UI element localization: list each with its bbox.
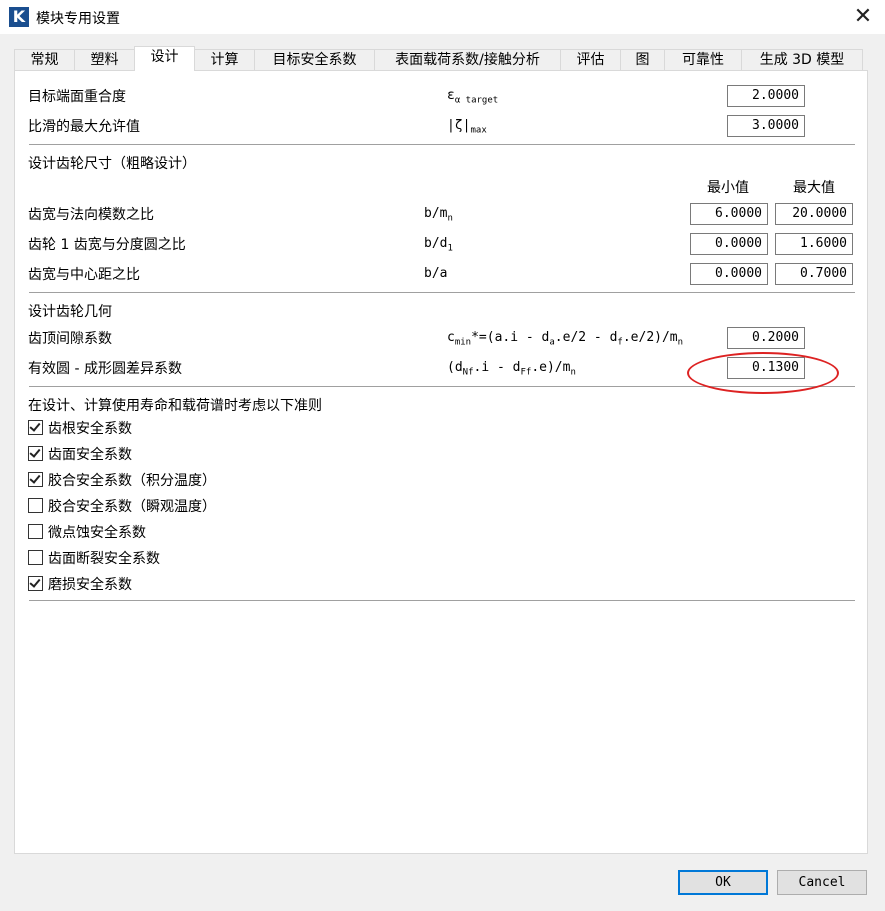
width-diameter-ratio-max-input[interactable]: 1.6000 [775,233,853,255]
gear-geometry-section-title: 设计齿轮几何 [28,304,112,320]
design-panel: 目标端面重合度 εα target 2.0000 比滑的最大允许值 |ζ|max… [14,70,868,854]
width-module-ratio-min-input[interactable]: 6.0000 [690,203,768,225]
active-form-diameter-factor-label: 有效圆 - 成形圆差异系数 [28,361,182,377]
active-form-diameter-formula: (dNf.i - dFf.e)/mn [447,360,576,378]
tab-3d-model[interactable]: 生成 3D 模型 [741,49,863,71]
root-safety-label: 齿根安全系数 [48,421,132,437]
criteria-section-title: 在设计、计算使用寿命和载荷谱时考虑以下准则 [28,398,322,414]
cancel-button[interactable]: Cancel [777,870,867,895]
ok-button[interactable]: OK [678,870,768,895]
tab-design[interactable]: 设计 [134,46,195,71]
max-specific-sliding-label: 比滑的最大允许值 [28,119,140,135]
flank-fracture-label: 齿面断裂安全系数 [48,551,160,567]
title-bar: K 模块专用设置 ✕ [0,0,885,34]
width-module-ratio-formula: b/mn [424,206,453,224]
wear-safety-label: 磨损安全系数 [48,577,132,593]
flank-safety-label: 齿面安全系数 [48,447,132,463]
width-center-distance-ratio-max-input[interactable]: 0.7000 [775,263,853,285]
width-module-ratio-label: 齿宽与法向模数之比 [28,207,154,223]
tab-graphics[interactable]: 图 [620,49,665,71]
flank-fracture-checkbox[interactable] [28,550,43,565]
tip-clearance-factor-label: 齿顶间隙系数 [28,331,112,347]
target-contact-ratio-input[interactable]: 2.0000 [727,85,805,107]
flank-safety-checkbox[interactable] [28,446,43,461]
target-contact-ratio-symbol: εα target [447,88,499,106]
width-center-distance-ratio-min-input[interactable]: 0.0000 [690,263,768,285]
scuffing-flash-checkbox[interactable] [28,498,43,513]
tip-clearance-factor-input[interactable]: 0.2000 [727,327,805,349]
app-logo-icon: K [9,7,29,27]
tab-plastic[interactable]: 塑料 [74,49,135,71]
target-contact-ratio-label: 目标端面重合度 [28,89,126,105]
width-diameter-ratio-formula: b/d1 [424,236,453,254]
tip-clearance-formula: cmin*=(a.i - da.e/2 - df.e/2)/mn [447,330,684,348]
width-module-ratio-max-input[interactable]: 20.0000 [775,203,853,225]
max-specific-sliding-symbol: |ζ|max [447,118,487,136]
width-diameter-ratio-label: 齿轮 1 齿宽与分度圆之比 [28,237,186,253]
wear-safety-checkbox[interactable] [28,576,43,591]
tab-evaluation[interactable]: 评估 [560,49,621,71]
separator [29,292,855,293]
scuffing-integral-checkbox[interactable] [28,472,43,487]
micropitting-label: 微点蚀安全系数 [48,525,146,541]
scuffing-flash-label: 胶合安全系数（瞬观温度） [48,499,216,515]
gear-size-section-title: 设计齿轮尺寸（粗略设计） [28,156,196,172]
scuffing-integral-label: 胶合安全系数（积分温度） [48,473,216,489]
max-column-header: 最大值 [793,180,835,196]
tab-target-safety[interactable]: 目标安全系数 [254,49,375,71]
separator [29,144,855,145]
window-title: 模块专用设置 [36,11,120,27]
tab-surface-load[interactable]: 表面载荷系数/接触分析 [374,49,561,71]
width-diameter-ratio-min-input[interactable]: 0.0000 [690,233,768,255]
close-icon[interactable]: ✕ [849,3,877,31]
max-specific-sliding-input[interactable]: 3.0000 [727,115,805,137]
separator [29,600,855,601]
width-center-distance-ratio-label: 齿宽与中心距之比 [28,267,140,283]
active-form-diameter-factor-input[interactable]: 0.1300 [727,357,805,379]
micropitting-checkbox[interactable] [28,524,43,539]
tab-calculation[interactable]: 计算 [194,49,255,71]
width-center-distance-ratio-formula: b/a [424,266,448,281]
min-column-header: 最小值 [707,180,749,196]
tab-general[interactable]: 常规 [14,49,75,71]
separator [29,386,855,387]
root-safety-checkbox[interactable] [28,420,43,435]
tab-reliability[interactable]: 可靠性 [664,49,742,71]
